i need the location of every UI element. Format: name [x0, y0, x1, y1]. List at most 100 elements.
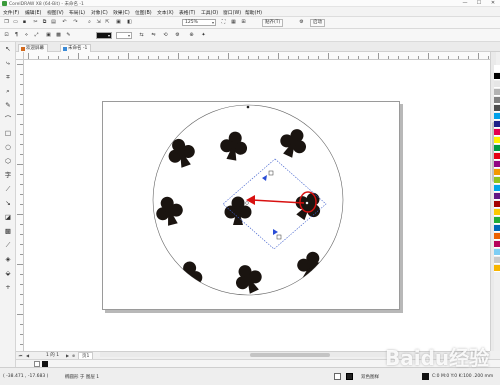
undo-icon[interactable]: ↶	[61, 19, 68, 26]
full-screen-icon[interactable]: ⛶	[220, 19, 227, 26]
shape-tool-icon[interactable]: ⤷	[3, 58, 13, 68]
menu-effects[interactable]: 效果(C)	[113, 9, 130, 16]
tile-origin-point[interactable]	[245, 201, 249, 205]
search-content-icon[interactable]: ⌕	[86, 19, 93, 26]
ellipse-node[interactable]	[246, 105, 250, 109]
menu-text[interactable]: 文本(X)	[157, 9, 174, 16]
eyedropper-icon[interactable]: ✎	[65, 32, 72, 39]
maximize-button[interactable]: ☐	[472, 0, 486, 7]
palette-swatch[interactable]	[494, 257, 500, 264]
ellipse-tool-icon[interactable]: ○	[3, 142, 13, 152]
menu-window[interactable]: 窗口(W)	[223, 9, 241, 16]
paragraph-icon[interactable]: ¶	[13, 32, 20, 39]
tab-document[interactable]: 未命名 -1	[60, 44, 92, 52]
smart-drawing-icon[interactable]: ⌒	[3, 114, 13, 124]
palette-swatch[interactable]	[494, 169, 500, 176]
palette-swatch[interactable]	[494, 73, 500, 80]
palette-swatch[interactable]	[494, 81, 500, 88]
tile-corner-point[interactable]	[305, 201, 309, 205]
connector-tool-icon[interactable]: ↘	[3, 198, 13, 208]
zoom-level-select[interactable]: 125% ▾	[182, 19, 216, 26]
menu-edit[interactable]: 编辑(E)	[25, 9, 41, 16]
menu-bitmaps[interactable]: 位图(B)	[135, 9, 152, 16]
interactive-fill-icon[interactable]: ◈	[3, 254, 13, 264]
vertical-ruler[interactable]	[16, 52, 24, 351]
freehand-tool-icon[interactable]: ✎	[3, 100, 13, 110]
transform-icon[interactable]: ⤢	[33, 32, 40, 39]
export-icon[interactable]: ⇱	[104, 19, 111, 26]
palette-swatch[interactable]	[494, 113, 500, 120]
menu-object[interactable]: 对象(C)	[91, 9, 108, 16]
redo-icon[interactable]: ↷	[72, 19, 79, 26]
palette-swatch[interactable]	[494, 265, 500, 272]
menu-help[interactable]: 帮助(H)	[245, 9, 262, 16]
edit-fill-icon[interactable]: ✦	[200, 32, 207, 39]
palette-swatch[interactable]	[494, 137, 500, 144]
text-tool-icon[interactable]: 字	[3, 170, 13, 180]
parallel-dimension-icon[interactable]: ⟋	[3, 184, 13, 194]
tile-handle-top[interactable]	[268, 170, 274, 176]
polygon-tool-icon[interactable]: ⬡	[3, 156, 13, 166]
smart-fill-icon[interactable]: ⬙	[3, 268, 13, 278]
mirror-tiles-icon[interactable]: ⇋	[150, 32, 157, 39]
add-tool-icon[interactable]: +	[3, 282, 13, 292]
palette-swatch[interactable]	[494, 105, 500, 112]
palette-swatch[interactable]	[494, 193, 500, 200]
palette-swatch[interactable]	[494, 161, 500, 168]
background-color-select[interactable]: ▾	[116, 32, 132, 39]
palette-swatch[interactable]	[494, 225, 500, 232]
import-icon[interactable]: ⇲	[95, 19, 102, 26]
copy-fill-icon[interactable]: ⊕	[188, 32, 195, 39]
fill-type-icon[interactable]: ▣	[45, 32, 52, 39]
swap-colors-icon[interactable]: ⇆	[138, 32, 145, 39]
palette-swatch[interactable]	[494, 129, 500, 136]
menu-layout[interactable]: 布局(L)	[69, 9, 85, 16]
pick-tool-icon[interactable]: ↖	[3, 44, 13, 54]
tile-handle-bottom[interactable]	[276, 234, 282, 240]
menu-table[interactable]: 表格(T)	[179, 9, 195, 16]
horizontal-ruler[interactable]	[24, 52, 490, 60]
horizontal-scroll-thumb[interactable]	[250, 353, 330, 357]
transform-with-object-icon[interactable]: ⟲	[162, 32, 169, 39]
palette-swatch[interactable]	[494, 185, 500, 192]
rectangle-tool-icon[interactable]: □	[3, 128, 13, 138]
menu-view[interactable]: 视图(V)	[47, 9, 64, 16]
fill-settings-icon[interactable]: ⚙	[174, 32, 181, 39]
palette-swatch[interactable]	[494, 65, 500, 72]
palette-swatch[interactable]	[494, 153, 500, 160]
palette-swatch[interactable]	[494, 209, 500, 216]
options-gear-icon[interactable]: ⚙	[298, 19, 305, 26]
paste-icon[interactable]: ▤	[50, 19, 57, 26]
show-grid-icon[interactable]: ▦	[230, 19, 237, 26]
menu-tools[interactable]: 工具(O)	[201, 9, 218, 16]
palette-swatch[interactable]	[494, 89, 500, 96]
pattern-icon[interactable]: ▩	[55, 32, 62, 39]
palette-swatch[interactable]	[494, 121, 500, 128]
drop-shadow-tool-icon[interactable]: ◪	[3, 212, 13, 222]
drawing-canvas[interactable]	[24, 60, 490, 351]
tab-welcome[interactable]: 欢迎屏幕	[18, 44, 48, 52]
rulers-icon[interactable]: ⊞	[240, 19, 247, 26]
outline-color-swatch[interactable]	[422, 373, 429, 380]
palette-swatch[interactable]	[494, 249, 500, 256]
eyedropper-tool-icon[interactable]: ⟋	[3, 240, 13, 250]
new-document-icon[interactable]: ❐	[3, 19, 10, 26]
save-icon[interactable]: ▪	[21, 19, 28, 26]
palette-swatch[interactable]	[494, 233, 500, 240]
foreground-color-select[interactable]: ▾	[96, 32, 112, 39]
snap-to-button[interactable]: 贴齐(T)	[262, 19, 284, 27]
zoom-tool-icon[interactable]: ⌕	[3, 86, 13, 96]
crop-tool-icon[interactable]: ⌗	[3, 72, 13, 82]
copy-icon[interactable]: ⧉	[41, 19, 48, 26]
artwork[interactable]	[24, 60, 490, 351]
menu-file[interactable]: 文件(F)	[3, 9, 19, 16]
node-icon[interactable]: ⋄	[23, 32, 30, 39]
minimize-button[interactable]: —	[458, 0, 472, 7]
palette-swatch[interactable]	[494, 177, 500, 184]
open-folder-icon[interactable]: ▭	[12, 19, 19, 26]
cut-icon[interactable]: ✂	[32, 19, 39, 26]
two-color-pattern-icon[interactable]	[346, 373, 353, 380]
palette-swatch[interactable]	[494, 201, 500, 208]
palette-swatch[interactable]	[494, 241, 500, 248]
app-launcher-icon[interactable]: ◧	[126, 19, 133, 26]
